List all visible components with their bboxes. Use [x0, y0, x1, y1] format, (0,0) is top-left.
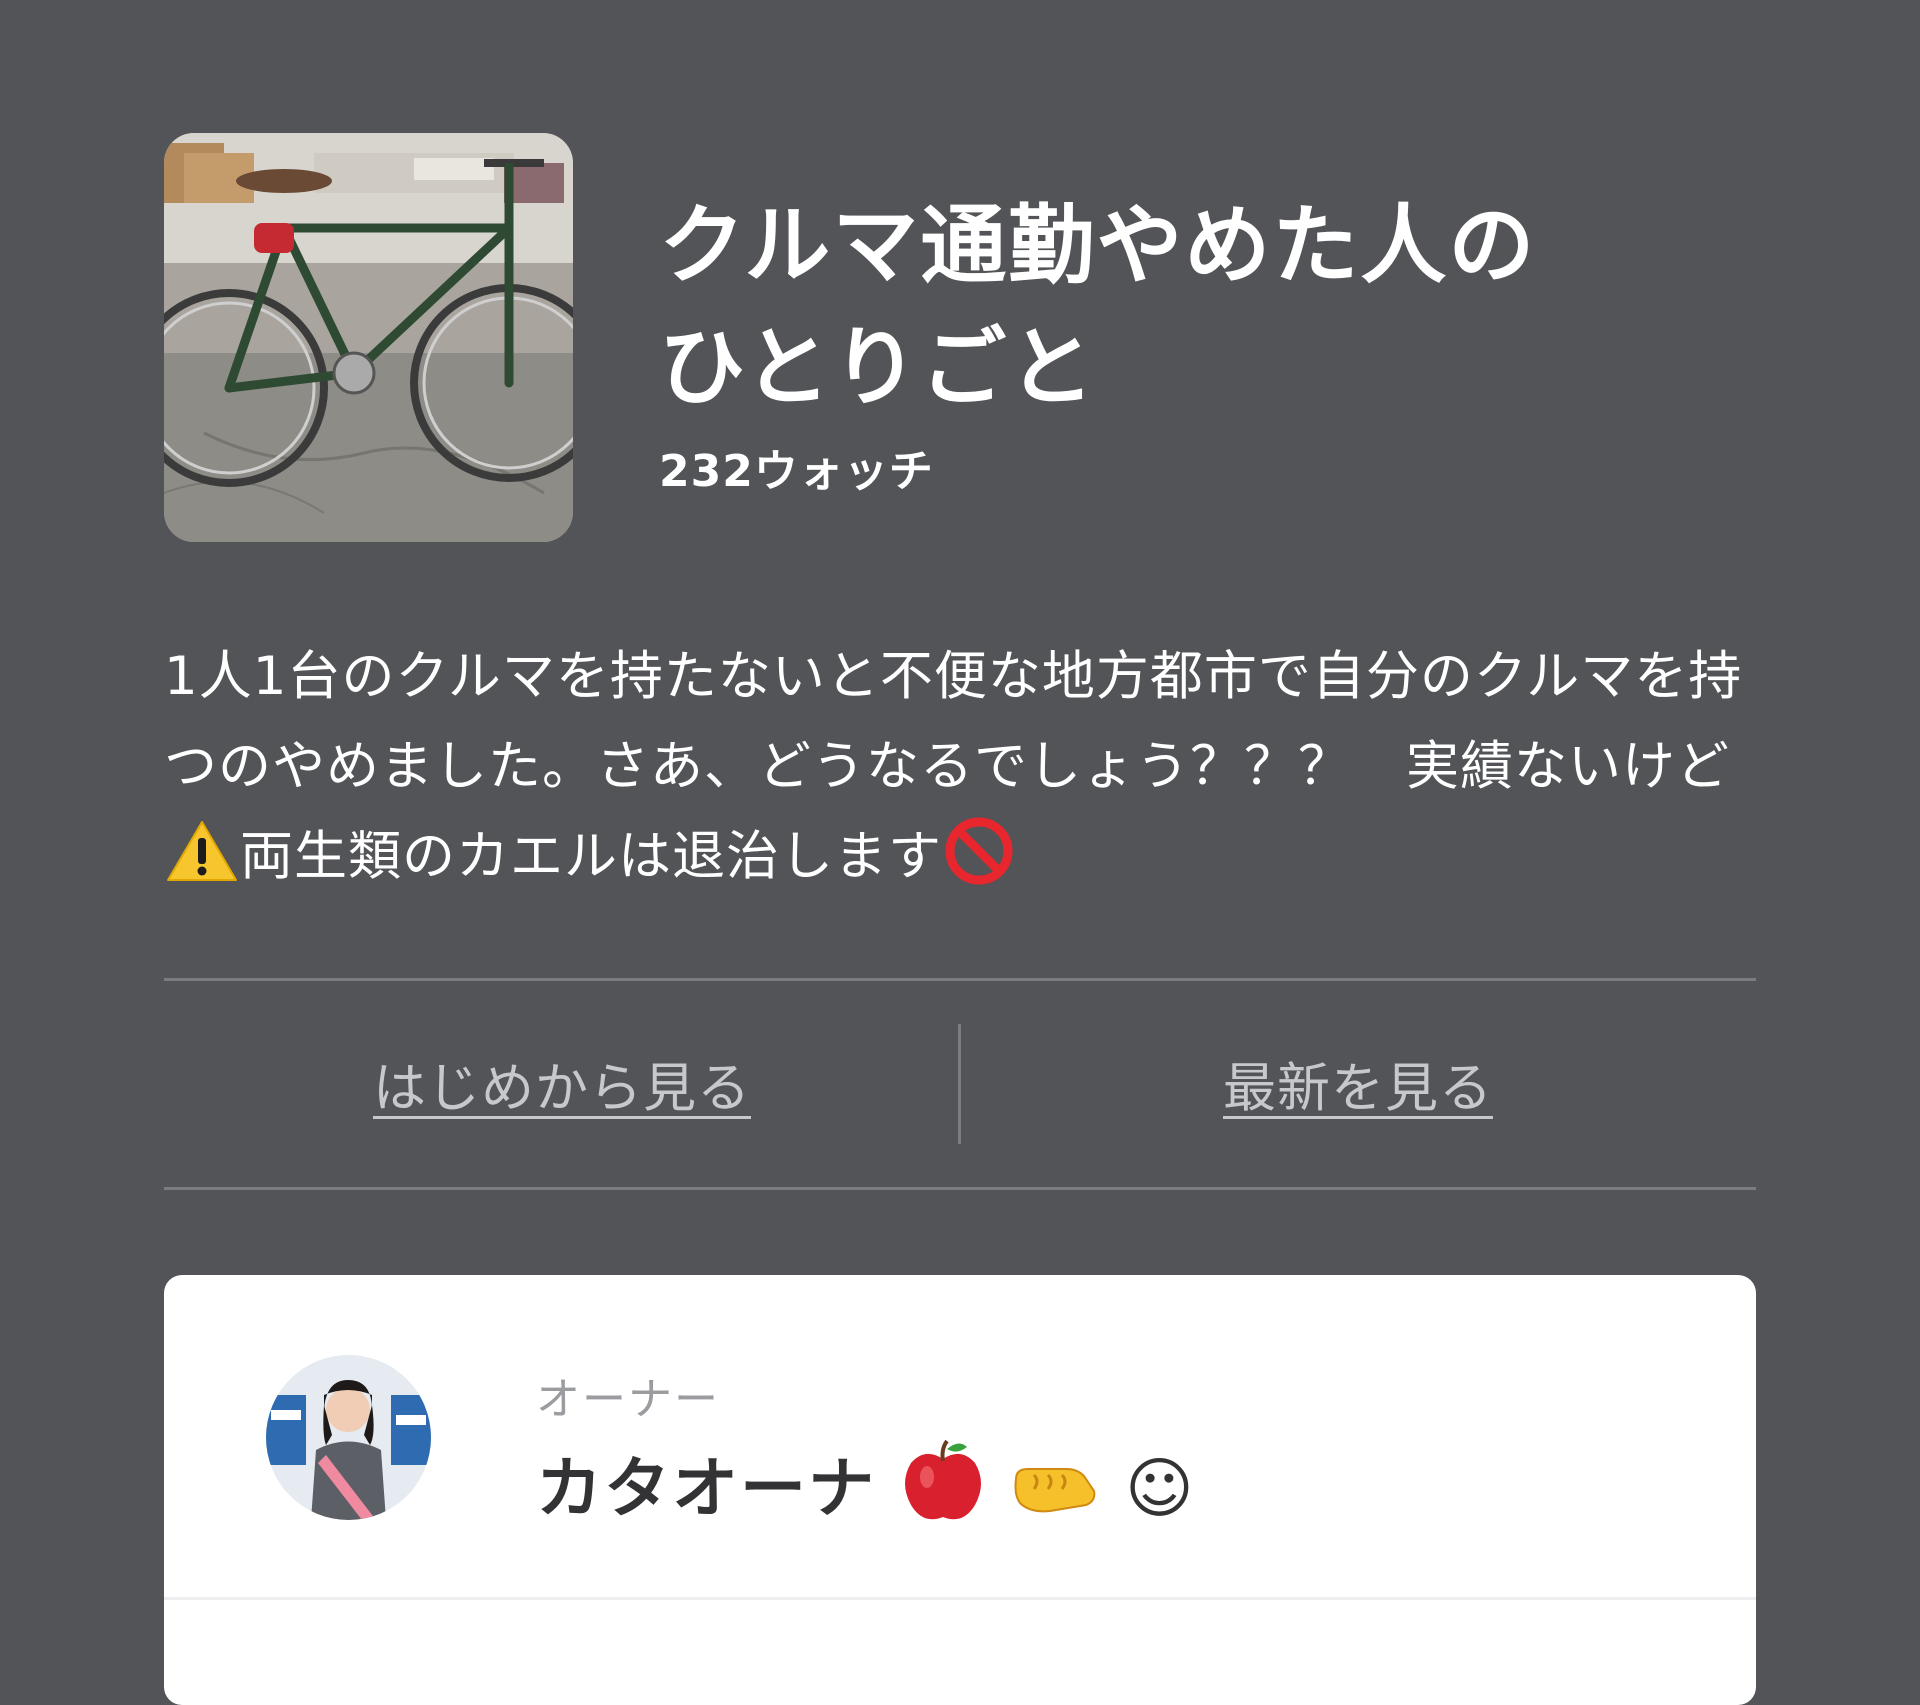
- fist-bump-icon: [1014, 1468, 1096, 1513]
- description-text-2: 両生類のカエルは退治します: [240, 826, 942, 887]
- channel-title-block: クルマ通勤やめた人の ひとりごと 232ウォッチ: [659, 185, 1749, 499]
- divider-bottom: [164, 1187, 1756, 1190]
- smile-icon: ☺: [1124, 1450, 1196, 1527]
- channel-thumbnail: [164, 133, 573, 542]
- owner-label: オーナー: [536, 1374, 720, 1425]
- channel-header: クルマ通勤やめた人の ひとりごと 232ウォッチ: [164, 133, 1756, 543]
- view-from-start-link[interactable]: はじめから見る: [164, 981, 960, 1187]
- channel-description: 1人1台のクルマを持たないと不便な地方都市で自分のクルマを持つのやめました。さあ…: [164, 632, 1764, 902]
- owner-avatar[interactable]: [266, 1355, 431, 1520]
- owner-name[interactable]: カタオーナ ☺: [536, 1435, 1196, 1531]
- channel-title: クルマ通勤やめた人の ひとりごと: [659, 185, 1749, 429]
- channel-title-line2: ひとりごと: [659, 318, 1097, 418]
- apple-icon: [904, 1439, 981, 1520]
- owner-card[interactable]: オーナー カタオーナ ☺: [164, 1275, 1756, 1705]
- card-divider: [164, 1597, 1756, 1600]
- warning-icon: [167, 821, 237, 881]
- prohibited-icon: [945, 817, 1013, 885]
- view-nav: はじめから見る 最新を見る: [164, 981, 1756, 1187]
- channel-title-line1: クルマ通勤やめた人の: [659, 196, 1537, 296]
- bicycle-photo-icon: [164, 133, 573, 542]
- watch-count: 232ウォッチ: [659, 446, 934, 497]
- description-text-1: 1人1台のクルマを持たないと不便な地方都市で自分のクルマを持つのやめました。さあ…: [164, 646, 1743, 797]
- person-photo-icon: [266, 1355, 431, 1520]
- view-latest-link[interactable]: 最新を見る: [960, 981, 1756, 1187]
- owner-name-text: カタオーナ: [536, 1450, 876, 1527]
